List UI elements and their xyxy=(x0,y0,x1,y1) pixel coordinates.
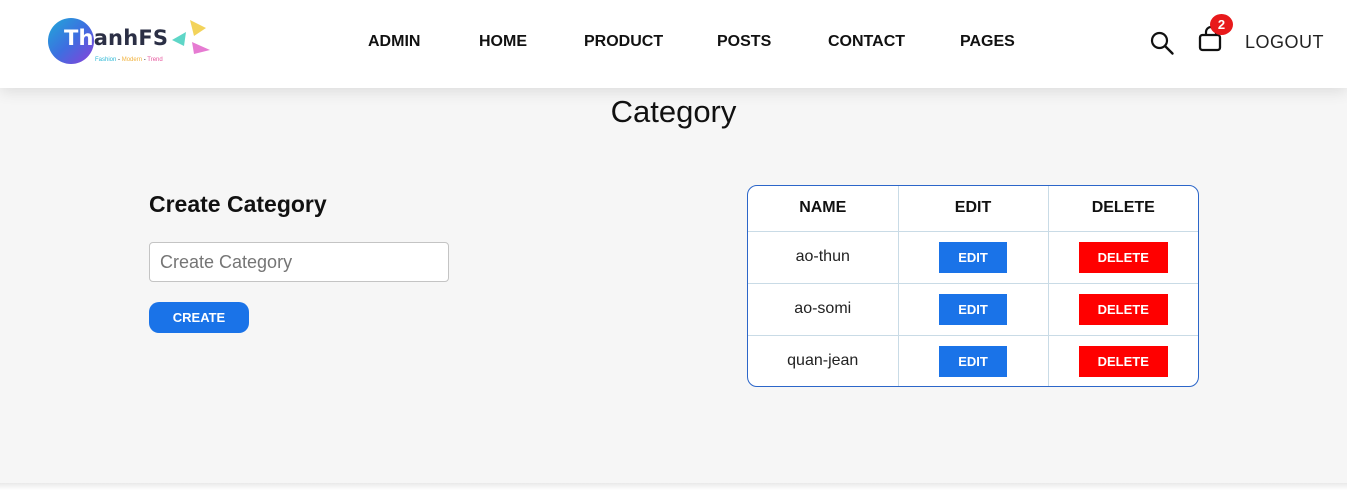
edit-cell: EDIT xyxy=(898,335,1049,386)
category-name-cell: ao-thun xyxy=(748,231,899,284)
edit-cell: EDIT xyxy=(898,231,1049,284)
edit-cell: EDIT xyxy=(898,283,1049,336)
search-icon[interactable] xyxy=(1149,30,1175,56)
nav-pages[interactable]: PAGES xyxy=(960,33,1015,51)
nav-posts[interactable]: POSTS xyxy=(717,33,771,51)
edit-button[interactable]: EDIT xyxy=(939,241,1007,273)
logo-tagline: Fashion - Modern - Trend xyxy=(95,57,163,63)
edit-button[interactable]: EDIT xyxy=(939,345,1007,377)
nav-admin[interactable]: ADMIN xyxy=(368,33,420,51)
logo-text: ThanhFS xyxy=(64,26,169,50)
nav-product[interactable]: PRODUCT xyxy=(584,33,663,51)
delete-button[interactable]: DELETE xyxy=(1078,345,1168,377)
create-category-heading: Create Category xyxy=(149,191,327,217)
category-name-cell: ao-somi xyxy=(748,283,899,336)
table-header-row: NAME EDIT DELETE xyxy=(748,186,1198,232)
delete-button[interactable]: DELETE xyxy=(1078,241,1168,273)
col-header-name: NAME xyxy=(748,186,899,232)
table-row: ao-thun EDIT DELETE xyxy=(748,231,1198,284)
col-header-delete: DELETE xyxy=(1048,186,1198,232)
nav-home[interactable]: HOME xyxy=(479,33,527,51)
page-title: Category xyxy=(610,94,737,129)
category-name-cell: quan-jean xyxy=(748,335,899,386)
delete-cell: DELETE xyxy=(1048,283,1198,336)
table-row: quan-jean EDIT DELETE xyxy=(748,335,1198,386)
nav-contact[interactable]: CONTACT xyxy=(828,33,905,51)
site-header: ThanhFS Fashion - Modern - Trend ADMIN H… xyxy=(0,0,1347,88)
cart-count-badge: 2 xyxy=(1210,14,1233,35)
brand-logo[interactable]: ThanhFS Fashion - Modern - Trend xyxy=(48,16,218,68)
delete-cell: DELETE xyxy=(1048,335,1198,386)
logo-triangles-icon xyxy=(172,20,210,54)
delete-button[interactable]: DELETE xyxy=(1078,293,1168,325)
logout-link[interactable]: LOGOUT xyxy=(1245,32,1324,53)
footer-divider xyxy=(0,483,1347,490)
create-category-button[interactable]: CREATE xyxy=(149,302,249,333)
category-table: NAME EDIT DELETE ao-thun EDIT DELETE ao-… xyxy=(747,185,1199,387)
edit-button[interactable]: EDIT xyxy=(939,293,1007,325)
table-row: ao-somi EDIT DELETE xyxy=(748,283,1198,336)
col-header-edit: EDIT xyxy=(898,186,1049,232)
category-name-input[interactable] xyxy=(149,242,449,282)
delete-cell: DELETE xyxy=(1048,231,1198,284)
